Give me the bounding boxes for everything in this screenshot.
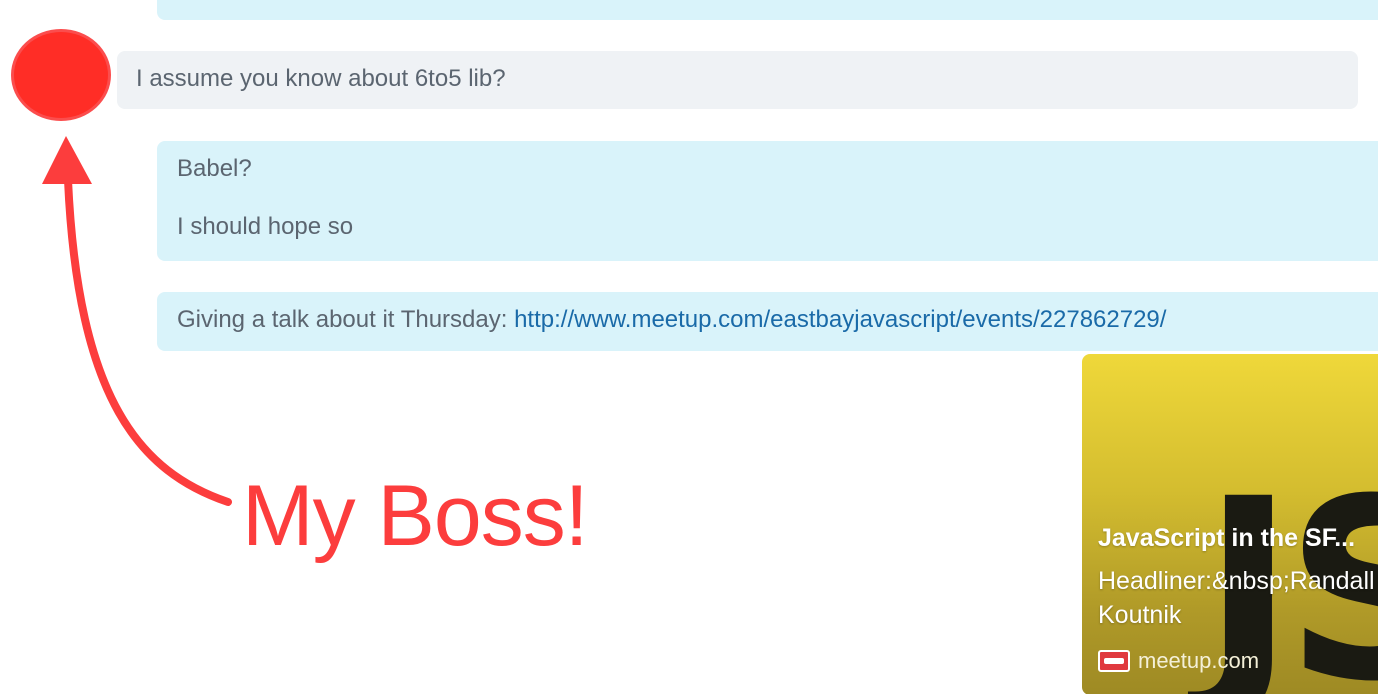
arrow-shaft [64, 176, 232, 506]
arrow-up-icon [42, 136, 92, 184]
chat-screen: I assume you know about 6to5 lib? Babel?… [0, 0, 1378, 694]
annotation-label: My Boss! [242, 468, 589, 564]
annotation-arrow [42, 136, 232, 506]
